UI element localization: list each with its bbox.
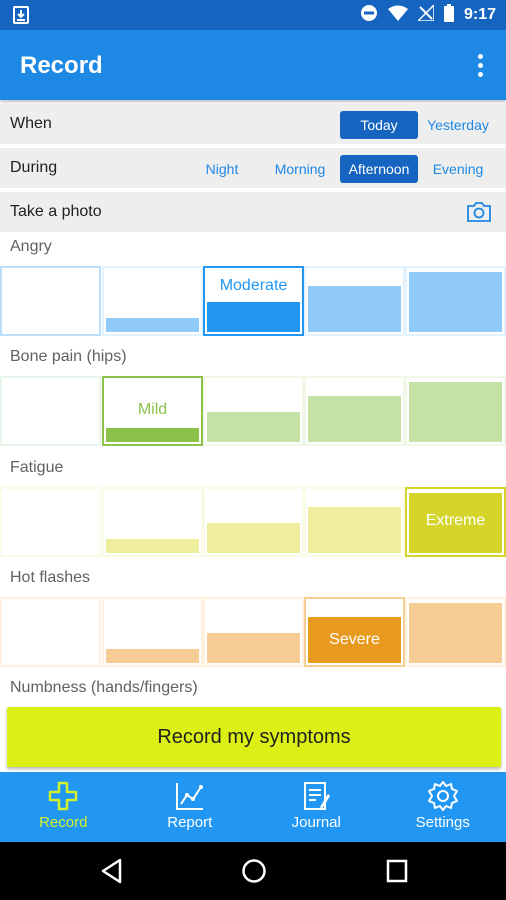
overflow-menu-icon[interactable]	[470, 50, 490, 80]
bone-pain-level-extreme[interactable]	[405, 376, 506, 446]
camera-icon[interactable]	[466, 201, 492, 228]
wifi-icon	[387, 5, 408, 26]
during-option-morning[interactable]: Morning	[264, 155, 336, 183]
hot-flashes-level-extreme[interactable]	[405, 597, 506, 667]
record-symptoms-button[interactable]: Record my symptoms	[7, 707, 501, 767]
bone-pain-level-moderate[interactable]	[203, 376, 304, 446]
hot-flashes-level-moderate[interactable]	[203, 597, 304, 667]
chart-icon	[174, 780, 206, 814]
angry-level-none[interactable]	[0, 266, 101, 336]
status-bar: 9:17	[0, 0, 506, 30]
during-option-afternoon[interactable]: Afternoon	[340, 155, 418, 183]
symptom-scale-hot-flashes: Severe	[0, 597, 506, 667]
symptom-scale-bone-pain: Mild	[0, 376, 506, 446]
nav-settings-label: Settings	[415, 814, 470, 831]
symptom-label-fatigue: Fatigue	[10, 459, 64, 476]
during-row: During Night Morning Afternoon Evening	[0, 148, 506, 188]
bone-pain-level-severe[interactable]	[304, 376, 405, 446]
journal-icon	[300, 780, 332, 814]
fatigue-level-severe[interactable]	[304, 487, 405, 557]
page-title: Record	[20, 52, 103, 79]
clock: 9:17	[463, 6, 496, 23]
fatigue-level-none[interactable]	[0, 487, 101, 557]
fatigue-level-moderate[interactable]	[203, 487, 304, 557]
take-photo-row[interactable]: Take a photo	[0, 192, 506, 232]
angry-level-moderate[interactable]: Moderate	[203, 266, 304, 336]
symptom-label-bone-pain: Bone pain (hips)	[10, 348, 127, 365]
angry-level-severe[interactable]	[304, 266, 405, 336]
take-photo-label: Take a photo	[10, 203, 102, 220]
plus-icon	[47, 780, 79, 814]
hot-flashes-level-severe[interactable]: Severe	[304, 597, 405, 667]
nav-journal[interactable]: Journal	[253, 772, 380, 842]
during-option-evening[interactable]: Evening	[422, 155, 494, 183]
when-option-today[interactable]: Today	[340, 111, 418, 139]
symptom-scale-angry: Moderate	[0, 266, 506, 336]
download-notification-icon	[12, 6, 30, 29]
recents-icon[interactable]	[385, 858, 409, 889]
symptom-label-hot-flashes: Hot flashes	[10, 569, 91, 586]
app-bar: Record	[0, 30, 506, 100]
symptom-label-angry: Angry	[10, 238, 52, 255]
nav-report-label: Report	[167, 814, 213, 831]
fatigue-selected-label: Extreme	[425, 512, 486, 529]
angry-level-mild[interactable]	[102, 266, 203, 336]
battery-icon	[443, 3, 454, 27]
nav-journal-label: Journal	[291, 814, 341, 831]
hot-flashes-level-mild[interactable]	[102, 597, 203, 667]
angry-level-extreme[interactable]	[405, 266, 506, 336]
bone-pain-level-mild[interactable]: Mild	[102, 376, 203, 446]
system-navigation-bar	[0, 842, 506, 900]
nav-settings[interactable]: Settings	[380, 772, 506, 842]
hot-flashes-level-none[interactable]	[0, 597, 101, 667]
fatigue-level-extreme[interactable]: Extreme	[405, 487, 506, 557]
when-option-yesterday[interactable]: Yesterday	[422, 111, 494, 139]
home-icon[interactable]	[241, 858, 267, 889]
bottom-navigation: Record Report Journal Settings	[0, 772, 506, 842]
bone-pain-selected-label: Mild	[137, 401, 168, 418]
no-signal-icon	[416, 2, 435, 26]
nav-record[interactable]: Record	[0, 772, 127, 842]
during-option-night[interactable]: Night	[194, 155, 250, 183]
angry-selected-label: Moderate	[219, 277, 288, 294]
symptom-scale-fatigue: Extreme	[0, 487, 506, 557]
do-not-disturb-icon	[360, 4, 378, 27]
during-label: During	[10, 159, 58, 176]
back-icon[interactable]	[100, 858, 124, 889]
bone-pain-level-none[interactable]	[0, 376, 101, 446]
nav-report[interactable]: Report	[127, 772, 254, 842]
gear-icon	[427, 780, 459, 814]
symptom-label-numbness: Numbness (hands/fingers)	[10, 679, 198, 696]
nav-record-label: Record	[39, 814, 88, 831]
when-row: When Today Yesterday	[0, 104, 506, 144]
when-label: When	[10, 115, 52, 132]
fatigue-level-mild[interactable]	[102, 487, 203, 557]
hot-flashes-selected-label: Severe	[329, 631, 380, 648]
